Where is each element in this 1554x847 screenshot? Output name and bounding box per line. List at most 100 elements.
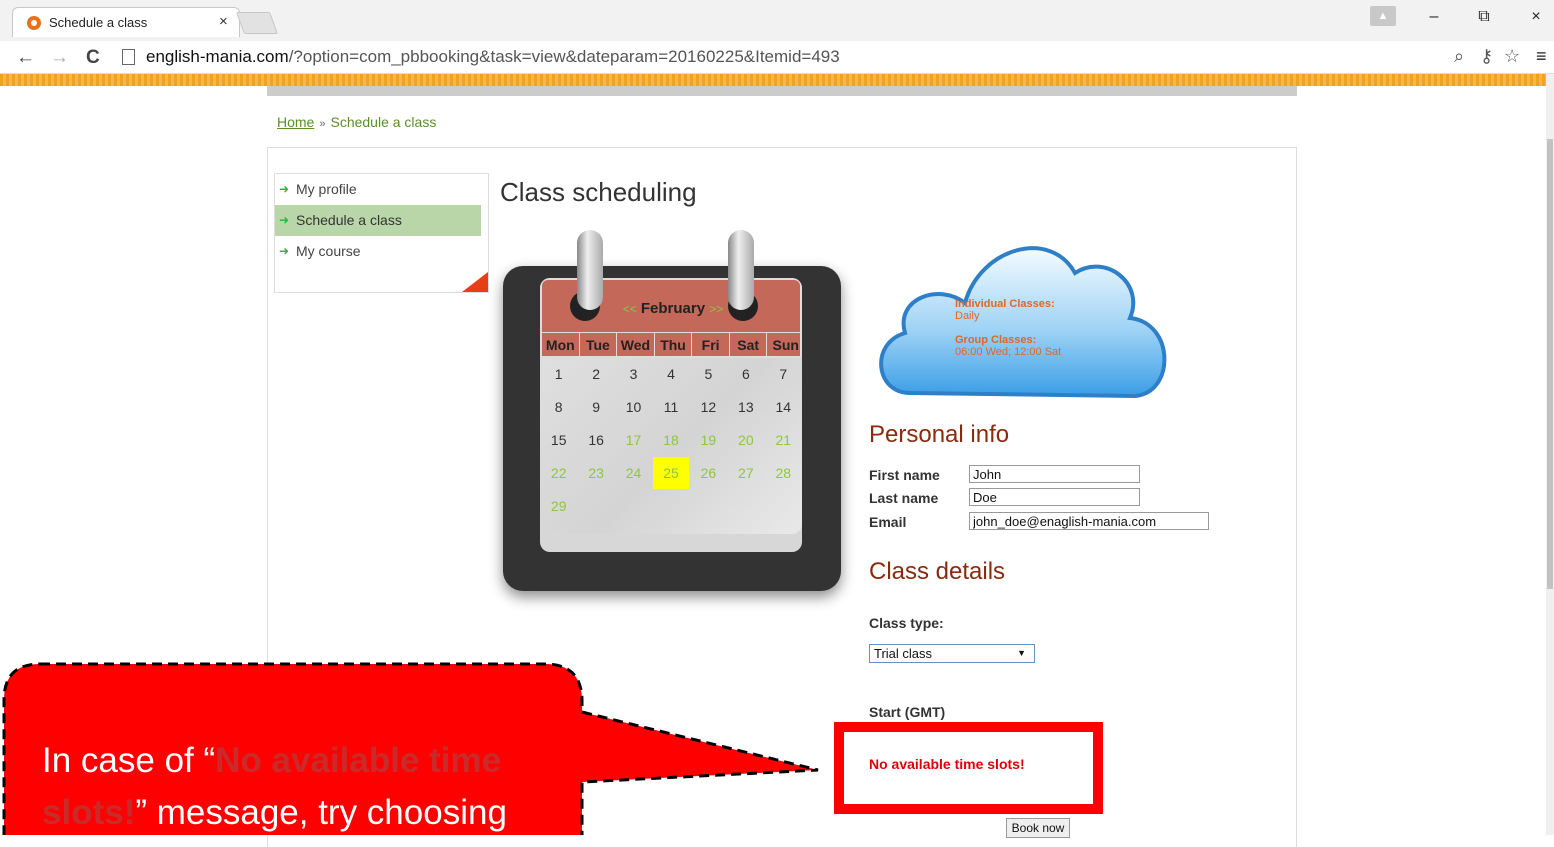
calendar-weekday: Fri: [692, 333, 730, 358]
breadcrumb: Home » Schedule a class: [277, 114, 436, 130]
calendar-day[interactable]: 27: [728, 457, 764, 489]
calendar-weekday: Sat: [730, 333, 768, 358]
sidebar-item-label: My course: [296, 243, 361, 259]
sidebar-item-label: My profile: [296, 181, 357, 197]
minimize-button[interactable]: –: [1420, 8, 1448, 26]
binder-ring-icon: [577, 230, 603, 310]
new-tab-button[interactable]: [235, 12, 279, 34]
menu-corner-decoration: [462, 272, 488, 292]
close-window-button[interactable]: ×: [1522, 8, 1550, 26]
restore-button[interactable]: ⧉: [1470, 8, 1498, 26]
first-name-field[interactable]: [969, 465, 1140, 483]
calendar-day-selected[interactable]: 25: [653, 457, 689, 489]
scrollbar[interactable]: [1546, 74, 1554, 835]
last-name-label: Last name: [869, 490, 939, 506]
class-type-label: Class type:: [869, 615, 944, 631]
calendar-day: 3: [629, 366, 638, 382]
page-icon: [122, 49, 135, 65]
calendar-prev-link[interactable]: <<: [623, 302, 637, 316]
sidebar-item-schedule-a-class[interactable]: ➜ Schedule a class: [275, 205, 481, 236]
sidebar-item-my-course[interactable]: ➜ My course: [275, 236, 481, 267]
calendar-day: 1: [554, 366, 563, 382]
email-field[interactable]: [969, 512, 1209, 530]
calendar-day[interactable]: 28: [765, 457, 801, 489]
calendar-weekday: Tue: [580, 333, 618, 358]
calendar-day: 7: [779, 366, 788, 382]
calendar-day[interactable]: 17: [616, 424, 652, 456]
arrow-right-icon: ➜: [279, 213, 290, 227]
breadcrumb-home-link[interactable]: Home: [277, 114, 314, 130]
calendar-weekday: Thu: [655, 333, 693, 358]
key-icon[interactable]: ⚷: [1480, 46, 1493, 67]
address-bar: ← → C english-mania.com/?option=com_pbbo…: [0, 41, 1554, 74]
site-favicon-icon: [27, 16, 41, 30]
site-nav-bar: [267, 86, 1297, 96]
calendar-day: 9: [592, 399, 601, 415]
individual-classes-value: Daily: [955, 310, 980, 322]
breadcrumb-current: Schedule a class: [330, 114, 437, 130]
binder-ring-icon: [728, 230, 754, 310]
book-now-button[interactable]: Book now: [1006, 818, 1070, 838]
calendar-day[interactable]: 22: [541, 457, 577, 489]
calendar-day: 4: [667, 366, 675, 382]
calendar-day[interactable]: 24: [616, 457, 652, 489]
calendar-day: 11: [663, 399, 679, 415]
calendar-day: 15: [550, 432, 567, 448]
calendar-day: 2: [592, 366, 601, 382]
calendar-day[interactable]: 18: [653, 424, 689, 456]
calendar-day[interactable]: 23: [578, 457, 614, 489]
calendar-day: 10: [625, 399, 642, 415]
calendar-day[interactable]: 20: [728, 424, 764, 456]
url-field[interactable]: english-mania.com/?option=com_pbbooking&…: [146, 47, 840, 67]
url-domain: english-mania.com: [146, 47, 289, 66]
calendar-day: 5: [704, 366, 713, 382]
group-classes-label: Group Classes:: [955, 334, 1037, 346]
bookmark-star-icon[interactable]: ☆: [1504, 46, 1520, 67]
no-slots-message: No available time slots!: [869, 756, 1025, 772]
scrollbar-thumb[interactable]: [1547, 139, 1553, 589]
calendar-weekdays: Mon Tue Wed Thu Fri Sat Sun: [542, 332, 802, 358]
first-name-label: First name: [869, 467, 940, 483]
group-classes-value: 06:00 Wed; 12:00 Sat: [955, 346, 1062, 358]
user-profile-icon[interactable]: ▲: [1370, 6, 1396, 26]
calendar-weekday: Wed: [617, 333, 655, 358]
calendar-day[interactable]: 29: [541, 490, 577, 522]
personal-info-title: Personal info: [869, 421, 1010, 448]
calendar-day[interactable]: 21: [765, 424, 801, 456]
breadcrumb-separator: »: [319, 118, 326, 130]
url-path: /?option=com_pbbooking&task=view&datepar…: [288, 47, 840, 66]
start-gmt-label: Start (GMT): [869, 704, 946, 720]
calendar-day[interactable]: 26: [690, 457, 726, 489]
class-type-select[interactable]: Trial class ▼: [869, 644, 1035, 663]
page-title: Class scheduling: [500, 177, 697, 207]
calendar-day: 8: [554, 399, 563, 415]
callout-text-after: ” message, try choosing: [135, 793, 507, 832]
calendar-day: 13: [738, 399, 754, 415]
individual-classes-label: Individual Classes:: [955, 298, 1055, 310]
callout-text: In case of “No available time slots!” me…: [42, 735, 582, 839]
calendar-day: 6: [741, 366, 750, 382]
browser-tab-strip: Schedule a class × ▲ – ⧉ ×: [0, 0, 1554, 41]
calendar-day: 16: [588, 432, 604, 448]
last-name-field[interactable]: [969, 488, 1140, 506]
zoom-icon[interactable]: ⌕: [1454, 46, 1464, 67]
reload-icon[interactable]: C: [86, 47, 100, 69]
calendar-day: 14: [775, 399, 792, 415]
browser-menu-icon[interactable]: ≡: [1536, 46, 1547, 67]
callout-text-before: In case of “: [42, 741, 216, 780]
sidebar-item-my-profile[interactable]: ➜ My profile: [275, 174, 481, 205]
sidebar-item-label: Schedule a class: [296, 212, 402, 228]
class-details-title: Class details: [869, 558, 1006, 585]
calendar-next-link[interactable]: >>: [709, 302, 723, 316]
forward-icon[interactable]: →: [50, 47, 69, 69]
browser-tab[interactable]: Schedule a class ×: [12, 7, 240, 37]
site-header-stripe: [0, 74, 1546, 86]
dropdown-caret-icon: ▼: [1017, 648, 1026, 658]
side-menu: ➜ My profile ➜ Schedule a class ➜ My cou…: [274, 173, 489, 293]
back-icon[interactable]: ←: [16, 47, 35, 69]
calendar-day[interactable]: 19: [690, 424, 726, 456]
cloud-info: Individual Classes: Daily Group Classes:…: [955, 298, 1061, 358]
calendar-weekday: Mon: [542, 333, 580, 358]
calendar-day: 12: [700, 399, 717, 415]
tab-close-icon[interactable]: ×: [219, 13, 228, 30]
